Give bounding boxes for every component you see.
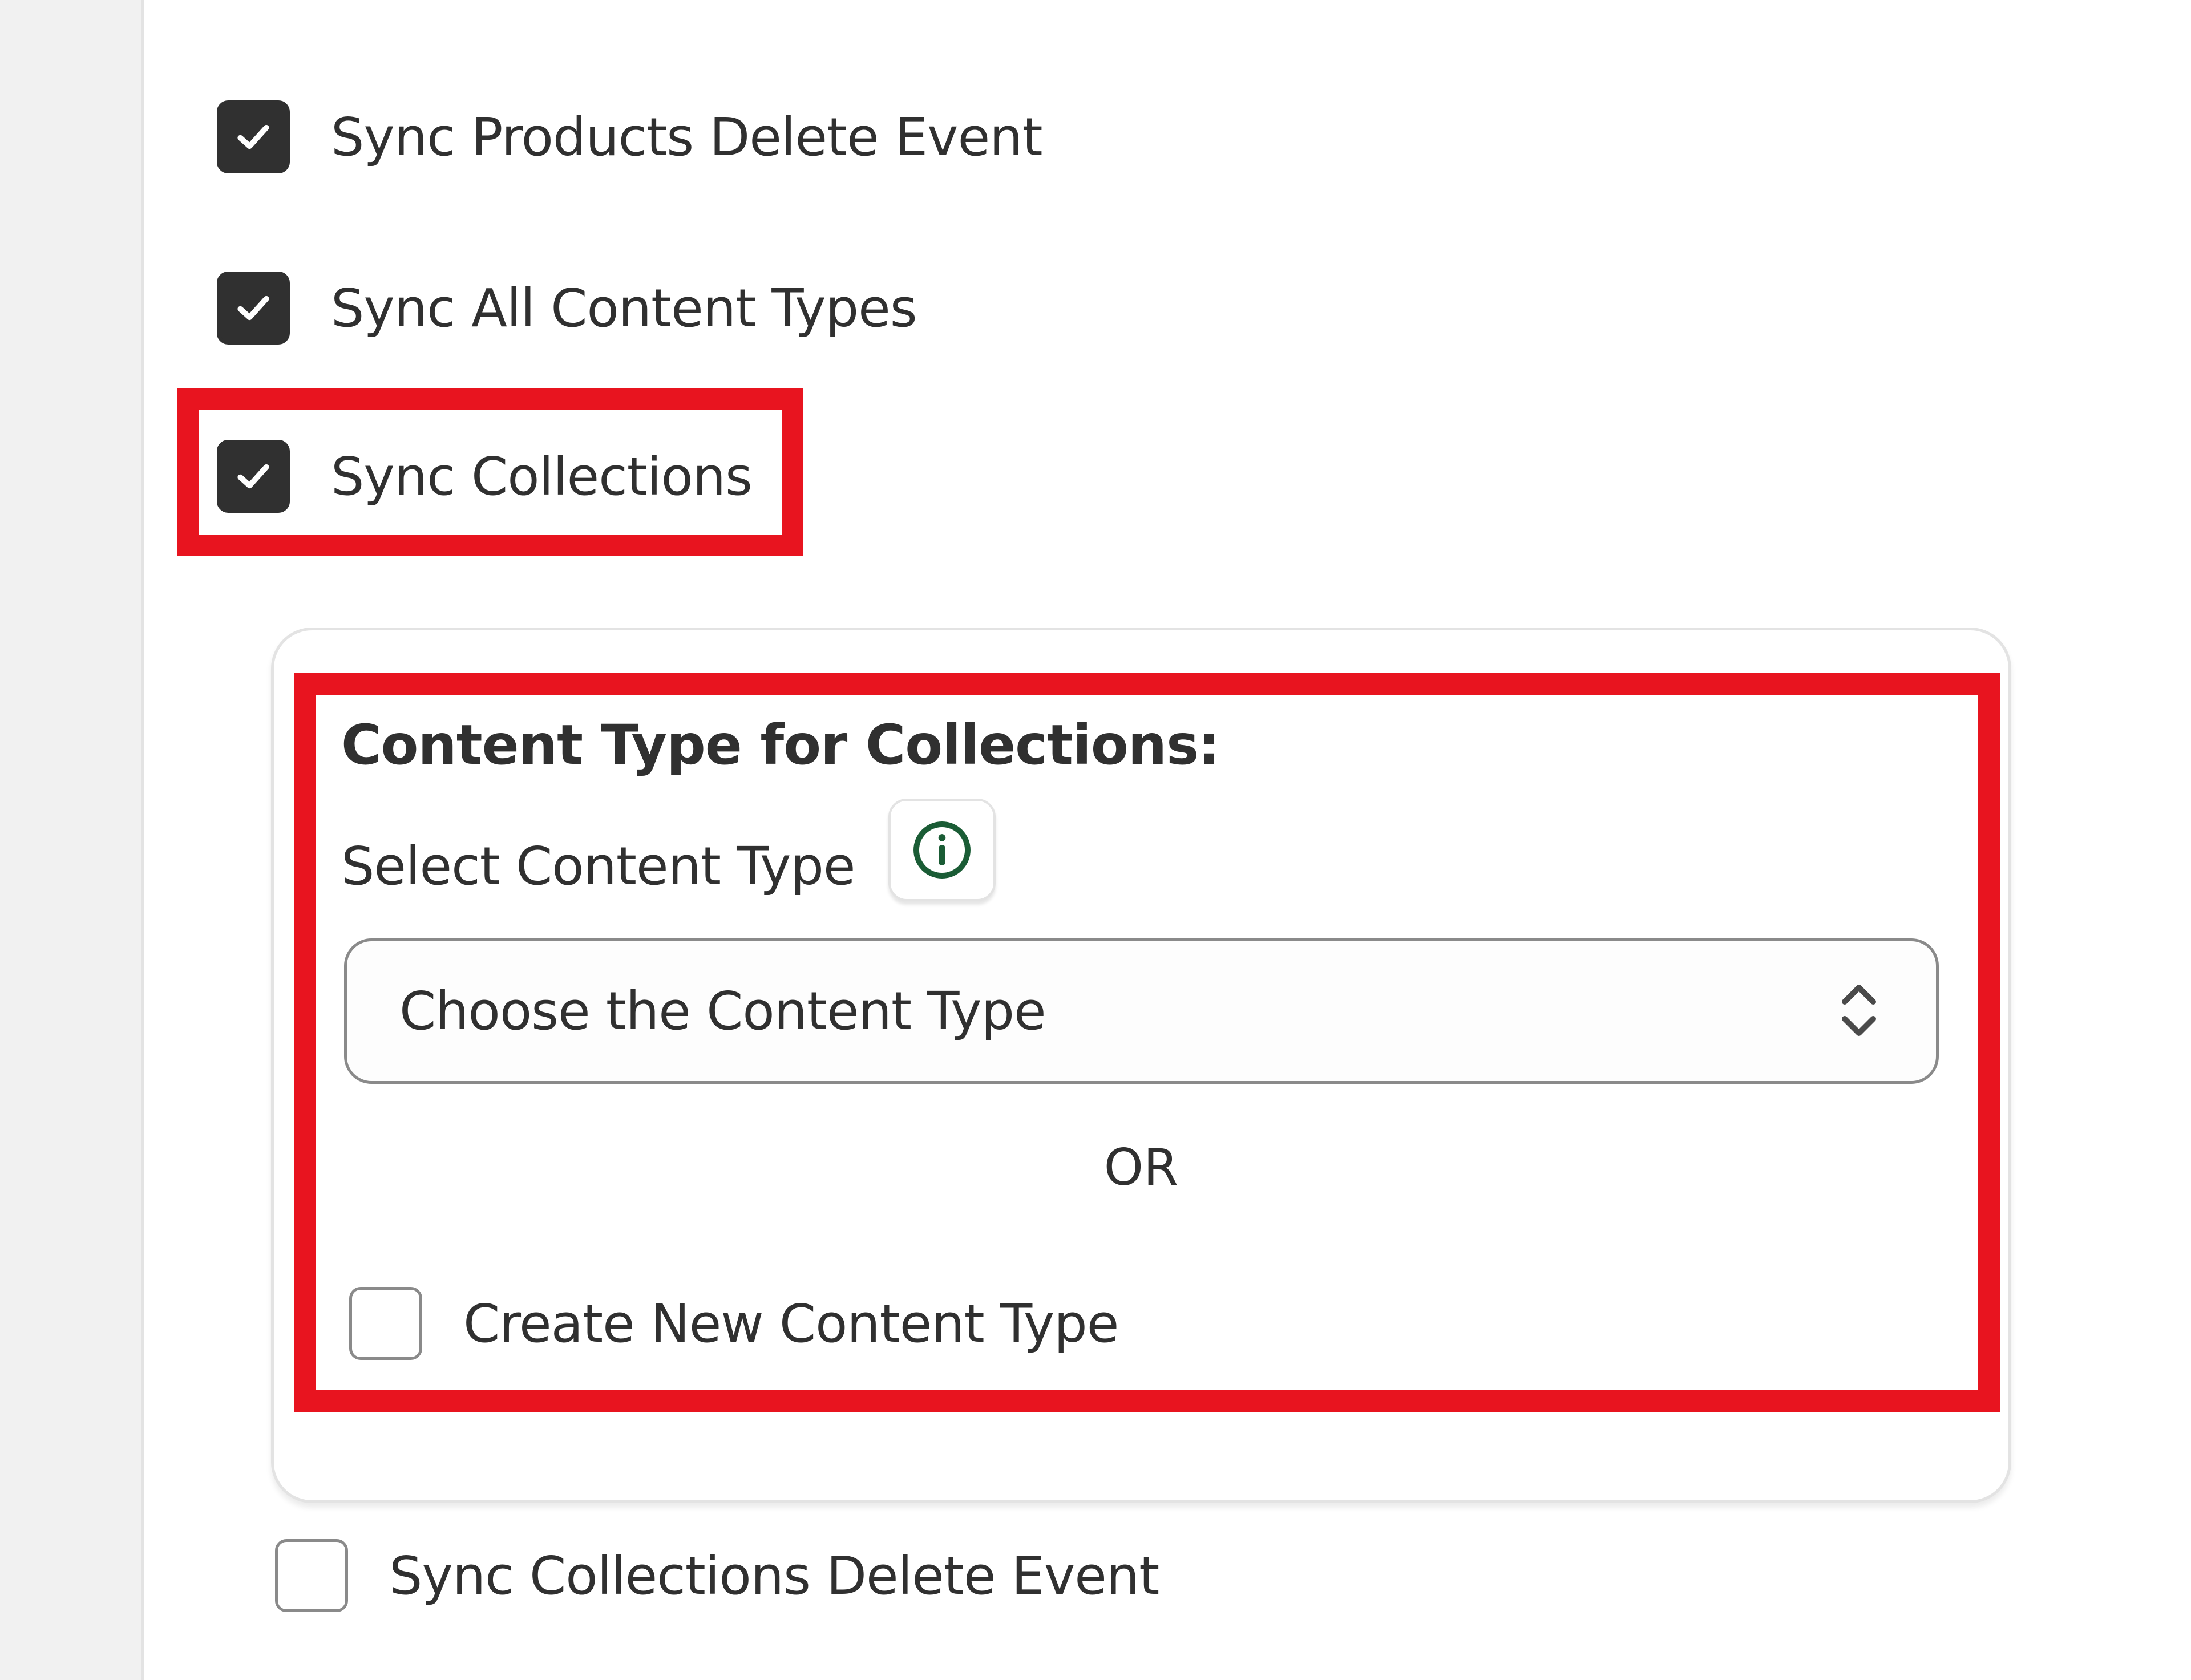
create-new-content-type-option[interactable]: Create New Content Type [349, 1284, 1119, 1363]
sync-products-delete-label: Sync Products Delete Event [331, 106, 1043, 168]
sync-collections-delete-label: Sync Collections Delete Event [389, 1545, 1159, 1606]
checkmark-icon [237, 464, 269, 489]
create-new-content-type-label: Create New Content Type [463, 1293, 1119, 1354]
checkmark-icon [237, 124, 269, 149]
left-gutter [0, 0, 144, 1680]
info-icon [913, 821, 971, 879]
sync-all-content-types-option[interactable]: Sync All Content Types [217, 268, 917, 348]
checkmark-icon [237, 295, 269, 321]
sync-all-content-types-label: Sync All Content Types [331, 277, 917, 339]
sync-collections-option[interactable]: Sync Collections [217, 436, 753, 516]
sync-collections-delete-checkbox[interactable] [275, 1539, 348, 1612]
content-type-for-collections-heading: Content Type for Collections: [341, 713, 1220, 777]
select-content-type-label: Select Content Type [341, 836, 856, 897]
settings-page: Sync Products Delete Event Sync All Cont… [0, 0, 2191, 1680]
sync-collections-checkbox[interactable] [217, 440, 290, 513]
sync-collections-label: Sync Collections [331, 446, 753, 507]
content-type-select-value: Choose the Content Type [399, 981, 1046, 1042]
create-new-content-type-checkbox[interactable] [349, 1287, 422, 1360]
sync-products-delete-checkbox[interactable] [217, 100, 290, 173]
info-button[interactable] [888, 799, 996, 901]
content-type-select[interactable]: Choose the Content Type [344, 938, 1939, 1084]
chevron-up-down-icon [1836, 976, 1882, 1047]
sync-products-delete-option[interactable]: Sync Products Delete Event [217, 97, 1043, 177]
sync-all-content-types-checkbox[interactable] [217, 272, 290, 345]
or-separator: OR [1103, 1138, 1179, 1197]
sync-collections-delete-option[interactable]: Sync Collections Delete Event [275, 1536, 1159, 1616]
